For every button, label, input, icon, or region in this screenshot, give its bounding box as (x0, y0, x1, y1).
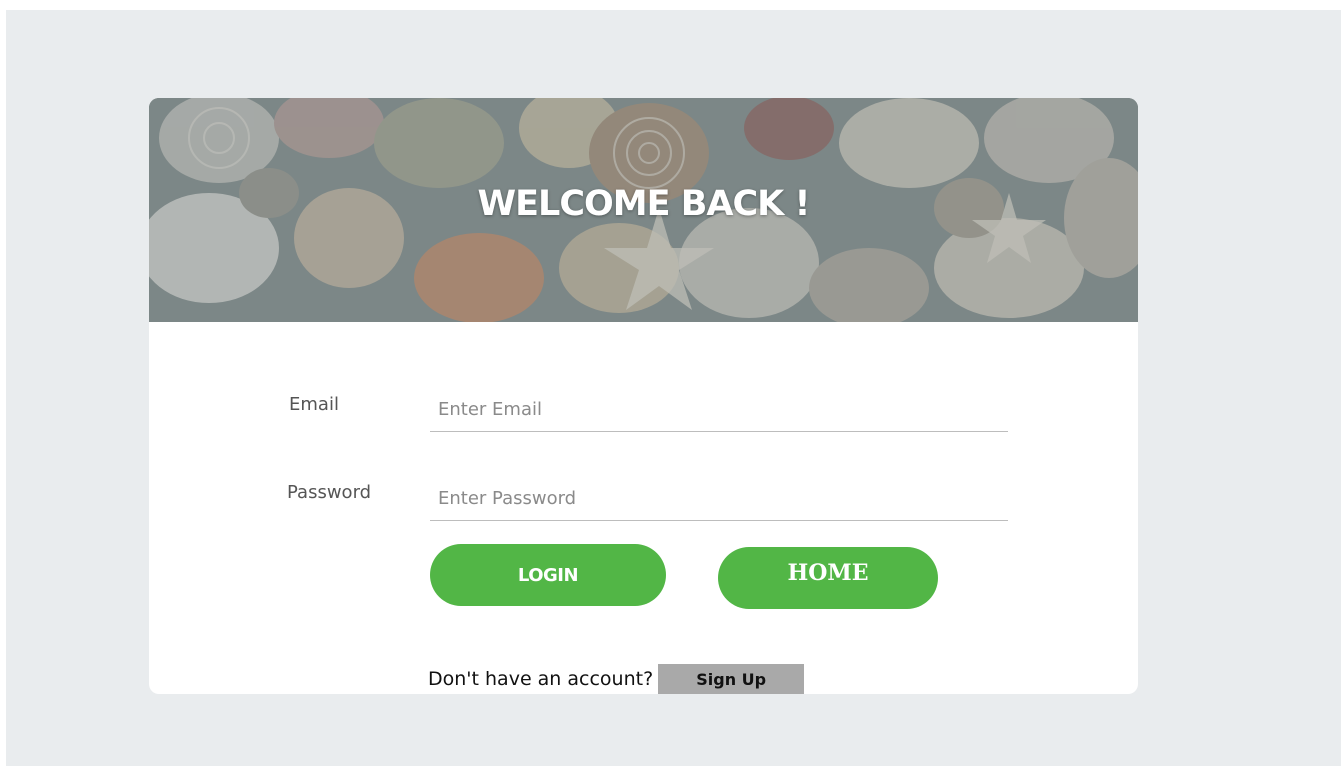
welcome-title: WELCOME BACK ! (477, 184, 811, 224)
signup-button[interactable]: Sign Up (658, 664, 805, 694)
home-button[interactable]: HOME (718, 547, 938, 609)
email-input[interactable] (430, 388, 1008, 432)
page-background: WELCOME BACK ! Email Password LOGIN HOME… (6, 10, 1341, 766)
login-button[interactable]: LOGIN (430, 544, 666, 606)
email-label: Email (289, 394, 339, 415)
login-card: WELCOME BACK ! Email Password LOGIN HOME… (149, 98, 1138, 694)
password-input[interactable] (430, 476, 1008, 521)
signup-prompt: Don't have an account? (428, 668, 654, 690)
banner-image: WELCOME BACK ! (149, 98, 1138, 322)
password-label: Password (287, 482, 372, 503)
signup-row: Don't have an account? Sign Up (428, 664, 805, 694)
